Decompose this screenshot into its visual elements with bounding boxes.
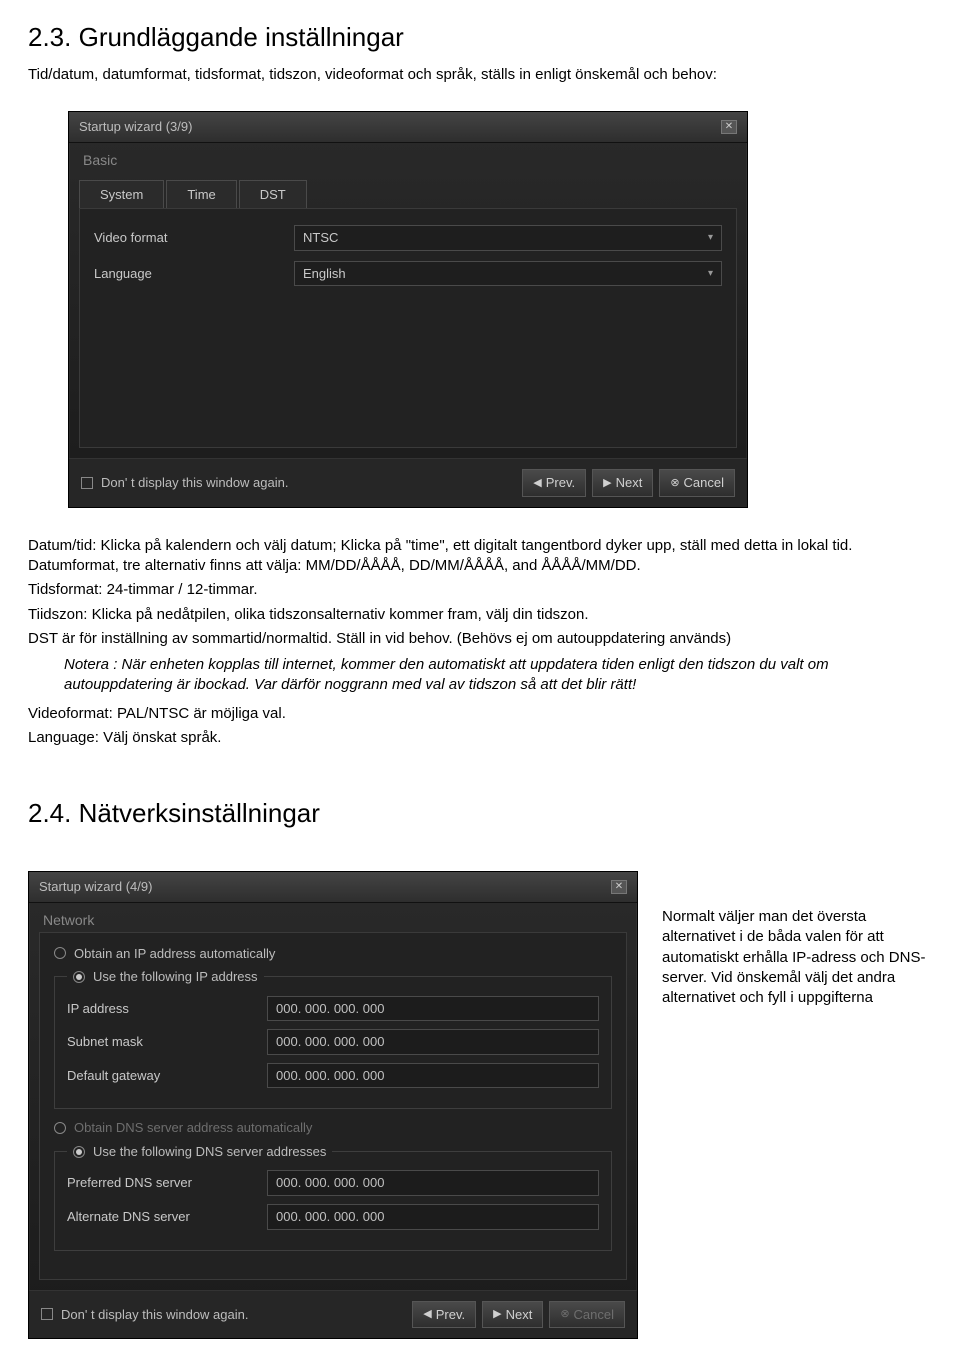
section-2-4-side-text: Normalt väljer man det översta alternati…	[662, 907, 932, 1008]
arrow-left-icon: ◀	[423, 1307, 431, 1322]
cancel-icon: ⊗	[560, 1307, 569, 1322]
tab-time[interactable]: Time	[166, 180, 236, 209]
wizard-subtitle: Basic	[69, 143, 747, 172]
radio-ip-manual-label: Use the following IP address	[93, 968, 258, 986]
radio-icon	[54, 1122, 66, 1134]
input-ip-address[interactable]: 000. 000. 000. 000	[267, 996, 599, 1022]
prev-button-label: Prev.	[546, 474, 575, 492]
chevron-down-icon: ▾	[708, 231, 713, 245]
row-video-format: Video format NTSC ▾	[94, 225, 722, 251]
para-tidsformat: Tidsformat: 24-timmar / 12-timmar.	[28, 580, 932, 600]
section-2-4-title: 2.4. Nätverksinställningar	[28, 796, 932, 831]
arrow-right-icon: ▶	[603, 476, 611, 491]
startup-wizard-4: Startup wizard (4/9) ✕ Network Obtain an…	[28, 871, 638, 1339]
row-ip-address: IP address 000. 000. 000. 000	[67, 996, 599, 1022]
section-2-3-title: 2.3. Grundläggande inställningar	[28, 20, 932, 55]
row-pref-dns: Preferred DNS server 000. 000. 000. 000	[67, 1170, 599, 1196]
prev-button[interactable]: ◀ Prev.	[412, 1301, 476, 1329]
wizard-titlebar: Startup wizard (4/9) ✕	[29, 872, 637, 903]
next-button-label: Next	[506, 1306, 533, 1324]
cancel-icon: ⊗	[670, 476, 679, 491]
group-ip-manual: Use the following IP address IP address …	[54, 968, 612, 1109]
wizard-tabs: System Time DST	[69, 172, 747, 209]
para-videoformat: Videoformat: PAL/NTSC är möjliga val.	[28, 704, 932, 724]
radio-dns-auto[interactable]: Obtain DNS server address automatically	[54, 1119, 612, 1137]
radio-icon	[73, 971, 85, 983]
dont-show-checkbox[interactable]	[81, 477, 93, 489]
value-video-format: NTSC	[303, 229, 338, 247]
input-alt-dns[interactable]: 000. 000. 000. 000	[267, 1204, 599, 1230]
note-label: Notera :	[64, 656, 122, 673]
row-subnet-mask: Subnet mask 000. 000. 000. 000	[67, 1029, 599, 1055]
label-subnet-mask: Subnet mask	[67, 1033, 267, 1051]
close-icon[interactable]: ✕	[721, 120, 737, 134]
startup-wizard-3: Startup wizard (3/9) ✕ Basic System Time…	[68, 111, 748, 508]
row-language: Language English ▾	[94, 261, 722, 287]
radio-ip-auto[interactable]: Obtain an IP address automatically	[54, 945, 612, 963]
dont-show-checkbox[interactable]	[41, 1308, 53, 1320]
wizard-footer: Don' t display this window again. ◀ Prev.…	[29, 1290, 637, 1339]
row-alt-dns: Alternate DNS server 000. 000. 000. 000	[67, 1204, 599, 1230]
cancel-button[interactable]: ⊗ Cancel	[549, 1301, 625, 1329]
note-text: När enheten kopplas till internet, komme…	[64, 656, 829, 693]
wizard-title: Startup wizard (4/9)	[39, 878, 152, 896]
chevron-down-icon: ▾	[708, 267, 713, 281]
wizard-title: Startup wizard (3/9)	[79, 118, 192, 136]
arrow-right-icon: ▶	[493, 1307, 501, 1322]
para-tidszon: Tiidszon: Klicka på nedåtpilen, olika ti…	[28, 605, 932, 625]
cancel-button-label: Cancel	[574, 1306, 614, 1324]
tab-dst[interactable]: DST	[239, 180, 307, 209]
note-block: Notera : När enheten kopplas till intern…	[64, 655, 932, 696]
input-pref-dns[interactable]: 000. 000. 000. 000	[267, 1170, 599, 1196]
label-language: Language	[94, 265, 294, 283]
input-subnet-mask[interactable]: 000. 000. 000. 000	[267, 1029, 599, 1055]
wizard-body: Video format NTSC ▾ Language English ▾	[79, 208, 737, 448]
close-icon[interactable]: ✕	[611, 880, 627, 894]
radio-dns-manual-label: Use the following DNS server addresses	[93, 1143, 326, 1161]
dont-show-label: Don' t display this window again.	[61, 1306, 248, 1324]
radio-icon	[54, 947, 66, 959]
section-2-3-intro: Tid/datum, datumformat, tidsformat, tids…	[28, 65, 932, 85]
next-button-label: Next	[616, 474, 643, 492]
cancel-button[interactable]: ⊗ Cancel	[659, 469, 735, 497]
next-button[interactable]: ▶ Next	[482, 1301, 543, 1329]
input-default-gateway[interactable]: 000. 000. 000. 000	[267, 1063, 599, 1089]
arrow-left-icon: ◀	[533, 476, 541, 491]
next-button[interactable]: ▶ Next	[592, 469, 653, 497]
prev-button-label: Prev.	[436, 1306, 465, 1324]
wizard-body: Obtain an IP address automatically Use t…	[39, 932, 627, 1280]
wizard-subtitle: Network	[29, 903, 637, 932]
label-pref-dns: Preferred DNS server	[67, 1174, 267, 1192]
label-ip-address: IP address	[67, 1000, 267, 1018]
radio-icon	[73, 1146, 85, 1158]
para-language: Language: Välj önskat språk.	[28, 728, 932, 748]
radio-dns-manual[interactable]: Use the following DNS server addresses	[73, 1143, 326, 1161]
select-language[interactable]: English ▾	[294, 261, 722, 287]
label-default-gateway: Default gateway	[67, 1067, 267, 1085]
radio-ip-auto-label: Obtain an IP address automatically	[74, 945, 275, 963]
prev-button[interactable]: ◀ Prev.	[522, 469, 586, 497]
cancel-button-label: Cancel	[684, 474, 724, 492]
row-default-gateway: Default gateway 000. 000. 000. 000	[67, 1063, 599, 1089]
tab-system[interactable]: System	[79, 180, 164, 209]
label-alt-dns: Alternate DNS server	[67, 1208, 267, 1226]
wizard-footer: Don' t display this window again. ◀ Prev.…	[69, 458, 747, 507]
radio-ip-manual[interactable]: Use the following IP address	[73, 968, 258, 986]
label-video-format: Video format	[94, 229, 294, 247]
para-dst: DST är för inställning av sommartid/norm…	[28, 629, 932, 649]
para-datumtid: Datum/tid: Klicka på kalendern och välj …	[28, 536, 932, 577]
wizard-titlebar: Startup wizard (3/9) ✕	[69, 112, 747, 143]
group-dns-manual: Use the following DNS server addresses P…	[54, 1143, 612, 1251]
value-language: English	[303, 265, 346, 283]
select-video-format[interactable]: NTSC ▾	[294, 225, 722, 251]
dont-show-label: Don' t display this window again.	[101, 474, 288, 492]
radio-dns-auto-label: Obtain DNS server address automatically	[74, 1119, 312, 1137]
